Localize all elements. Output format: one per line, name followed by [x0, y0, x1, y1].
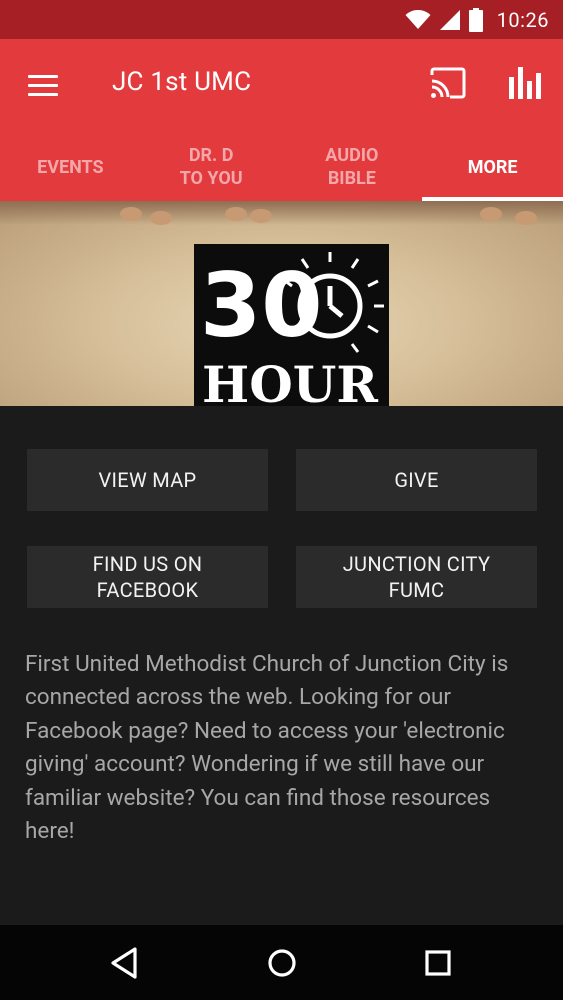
banner-toe — [515, 211, 537, 225]
give-button[interactable]: GIVE — [296, 449, 537, 511]
junction-city-fumc-button[interactable]: JUNCTION CITY FUMC — [296, 546, 537, 608]
banner-toe — [150, 211, 172, 225]
more-content: VIEW MAP GIVE FIND US ON FACEBOOK JUNCTI… — [0, 406, 563, 925]
tab-dr-d-label: DR. D TO YOU — [179, 145, 243, 189]
back-icon[interactable] — [104, 943, 144, 983]
tab-audio-bible-label: AUDIO BIBLE — [325, 145, 379, 189]
30-hour-logo-art: 30 HOUR — [200, 252, 384, 406]
banner-toe — [225, 207, 247, 221]
30-hour-logo: 30 HOUR — [194, 244, 389, 406]
battery-icon — [468, 7, 483, 32]
cell-signal-icon — [439, 9, 460, 30]
banner-toe — [250, 209, 272, 223]
cast-icon[interactable] — [428, 65, 468, 101]
description-text: First United Methodist Church of Junctio… — [25, 651, 509, 845]
wifi-icon — [405, 9, 431, 29]
tab-more[interactable]: MORE — [422, 133, 563, 201]
tab-bar: EVENTS DR. D TO YOU AUDIO BIBLE MORE — [0, 133, 563, 201]
status-time: 10:26 — [496, 7, 549, 32]
recents-icon[interactable] — [418, 943, 458, 983]
facebook-button[interactable]: FIND US ON FACEBOOK — [27, 546, 268, 608]
menu-icon[interactable] — [20, 65, 66, 105]
app-bar: JC 1st UMC EVENTS DR. D TO YOU AUDIO BIB… — [0, 39, 563, 201]
banner-toe — [120, 207, 142, 221]
logo-word: HOUR — [202, 355, 378, 406]
tab-dr-d-to-you[interactable]: DR. D TO YOU — [141, 133, 282, 201]
banner-toe — [480, 207, 502, 221]
logo-number: 30 — [200, 254, 322, 357]
system-nav-bar — [0, 925, 563, 1000]
banner-feet — [0, 201, 563, 225]
bar-chart-icon[interactable] — [505, 63, 545, 103]
app-title: JC 1st UMC — [112, 67, 252, 97]
tab-audio-bible[interactable]: AUDIO BIBLE — [282, 133, 423, 201]
status-icons: 10:26 — [405, 0, 549, 39]
banner-image: 30 HOUR — [0, 201, 563, 406]
view-map-button[interactable]: VIEW MAP — [27, 449, 268, 511]
tab-events[interactable]: EVENTS — [0, 133, 141, 201]
status-bar: 10:26 — [0, 0, 563, 39]
home-icon[interactable] — [262, 943, 302, 983]
